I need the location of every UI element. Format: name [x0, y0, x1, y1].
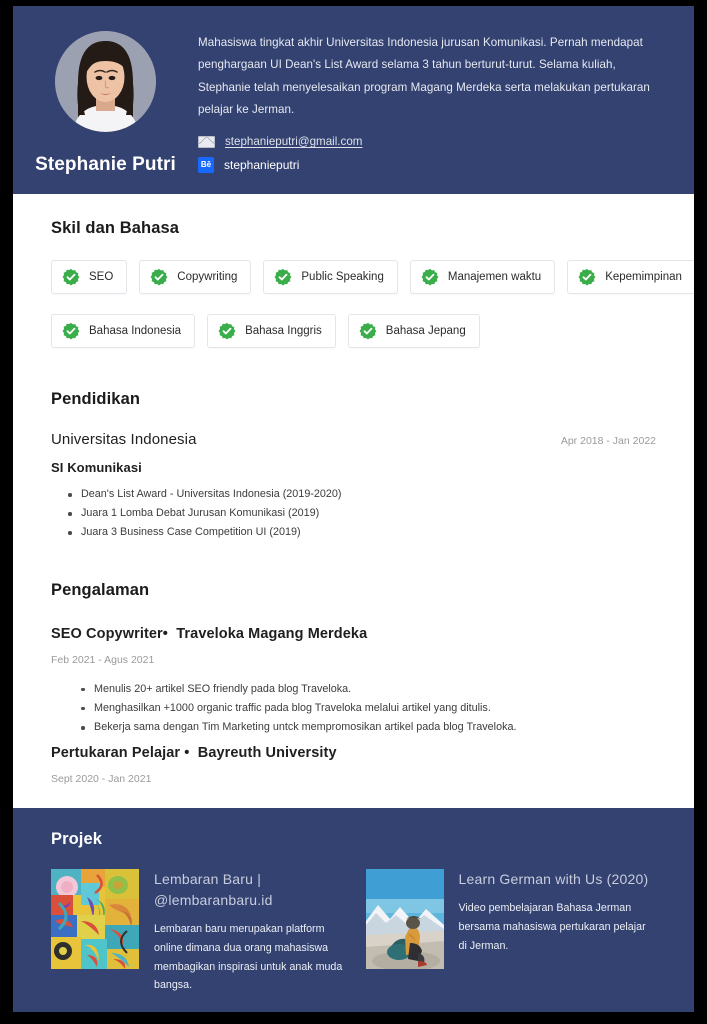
list-item: Bekerja sama dengan Tim Marketing untck … [81, 718, 656, 737]
education-bullet-list: Dean's List Award - Universitas Indonesi… [51, 485, 656, 543]
skill-chip-label: Manajemen waktu [447, 271, 542, 283]
job-separator: • [162, 625, 168, 642]
skills-title: Skil dan Bahasa [51, 219, 180, 237]
behance-row[interactable]: Bē stephanieputri [198, 157, 658, 173]
experience-dates-2: Sept 2020 - Jan 2021 [51, 773, 152, 786]
projects-title: Projek [51, 830, 103, 849]
avatar-column: Stephanie Putri [13, 28, 198, 176]
projects-grid: Lembaran Baru | @lembaranbaru.id Lembara… [51, 869, 656, 995]
job-separator: • [184, 745, 190, 762]
skill-chip[interactable]: Copywriting [139, 260, 252, 294]
email-row[interactable]: stephanieputri@gmail.com [198, 135, 658, 148]
school-name: Universitas Indonesia [51, 431, 197, 448]
person-name: Stephanie Putri [35, 154, 176, 175]
experience-section: Pengalaman SEO Copywriter• Traveloka Mag… [13, 543, 694, 786]
verified-check-icon [150, 268, 168, 286]
resume-page: Stephanie Putri Mahasiswa tingkat akhir … [13, 6, 694, 1012]
skill-chip-label: Public Speaking [301, 271, 384, 283]
education-section: Pendidikan Universitas Indonesia Apr 201… [13, 348, 694, 543]
project-text: Learn German with Us (2020) Video pembel… [459, 869, 657, 995]
verified-check-icon [578, 268, 596, 286]
education-dates: Apr 2018 - Jan 2022 [560, 435, 656, 447]
list-item: Menulis 20+ artikel SEO friendly pada bl… [81, 680, 656, 699]
language-chip[interactable]: Bahasa Indonesia [51, 314, 196, 348]
language-chip[interactable]: Bahasa Jepang [347, 314, 480, 348]
job-company: Bayreuth University [197, 745, 337, 762]
avatar-photo-illustration [55, 31, 156, 132]
project-card[interactable]: Lembaran Baru | @lembaranbaru.id Lembara… [51, 869, 354, 995]
experience-bullet-list-1: Menulis 20+ artikel SEO friendly pada bl… [51, 680, 656, 738]
mountain-traveler-thumbnail [365, 869, 444, 970]
project-description: Video pembelajaran Bahasa Jerman bersama… [458, 902, 646, 952]
job-company: Traveloka Magang Merdeka [176, 625, 368, 642]
language-chip[interactable]: Bahasa Inggris [207, 314, 336, 348]
project-description: Lembaran baru merupakan platform online … [154, 923, 343, 992]
header-banner: Stephanie Putri Mahasiswa tingkat akhir … [13, 6, 694, 194]
experience-entry-title-2: Pertukaran Pelajar • Bayreuth University [51, 745, 656, 761]
list-item: Menghasilkan +1000 organic traffic pada … [81, 699, 656, 718]
list-item: Juara 3 Business Case Competition UI (20… [68, 523, 656, 542]
skill-chip[interactable]: Manajemen waktu [409, 260, 556, 294]
skill-chip[interactable]: Public Speaking [263, 260, 398, 294]
list-item: Juara 1 Lomba Debat Jurusan Komunikasi (… [68, 504, 656, 523]
language-chip-label: Bahasa Inggris [245, 325, 322, 337]
education-title: Pendidikan [51, 390, 141, 408]
verified-check-icon [359, 322, 377, 340]
experience-entry-title-1: SEO Copywriter• Traveloka Magang Merdeka [51, 626, 656, 642]
behance-handle[interactable]: stephanieputri [224, 158, 299, 172]
mountain-traveler-illustration [365, 869, 444, 970]
skill-chip[interactable]: SEO [51, 260, 128, 294]
degree-name: SI Komunikasi [51, 460, 142, 475]
skills-section: Skil dan Bahasa SEO Copywriting Public S… [13, 194, 694, 348]
behance-icon: Bē [198, 157, 214, 173]
skills-row-1: SEO Copywriting Public Speaking Manajeme… [51, 260, 694, 294]
verified-check-icon [62, 322, 80, 340]
projects-section: Projek Lembaran Baru | @lembaranbaru.id … [13, 808, 694, 1012]
verified-check-icon [218, 322, 236, 340]
language-chip-label: Bahasa Indonesia [89, 325, 182, 337]
education-entry-header: Universitas Indonesia Apr 2018 - Jan 202… [51, 431, 656, 448]
experience-dates-1: Feb 2021 - Agus 2021 [51, 653, 155, 666]
doodle-art-illustration [51, 869, 139, 970]
bio-paragraph: Mahasiswa tingkat akhir Universitas Indo… [198, 36, 650, 116]
mail-icon [198, 135, 215, 148]
email-link[interactable]: stephanieputri@gmail.com [225, 135, 362, 148]
project-text: Lembaran Baru | @lembaranbaru.id Lembara… [154, 869, 354, 995]
skill-chip[interactable]: Kepemimpinan [567, 260, 694, 294]
job-role: SEO Copywriter [51, 625, 163, 642]
job-role: Pertukaran Pelajar [51, 745, 181, 762]
verified-check-icon [62, 268, 80, 286]
skill-chip-label: Copywriting [177, 271, 238, 283]
list-item: Dean's List Award - Universitas Indonesi… [68, 485, 656, 504]
doodle-art-thumbnail [51, 869, 139, 970]
header-main: Mahasiswa tingkat akhir Universitas Indo… [198, 28, 694, 173]
skill-chip-label: SEO [89, 271, 114, 283]
project-title: Lembaran Baru | @lembaranbaru.id [154, 871, 273, 909]
project-title: Learn German with Us (2020) [458, 871, 649, 888]
skills-row-2: Bahasa Indonesia Bahasa Inggris Bahasa J… [51, 314, 656, 348]
experience-title: Pengalaman [51, 580, 150, 599]
avatar [55, 31, 156, 132]
body-content: Skil dan Bahasa SEO Copywriting Public S… [13, 194, 694, 1012]
verified-check-icon [274, 268, 292, 286]
skill-chip-label: Kepemimpinan [605, 271, 682, 283]
language-chip-label: Bahasa Jepang [385, 325, 466, 337]
verified-check-icon [421, 268, 439, 286]
project-card[interactable]: Learn German with Us (2020) Video pembel… [354, 869, 657, 995]
